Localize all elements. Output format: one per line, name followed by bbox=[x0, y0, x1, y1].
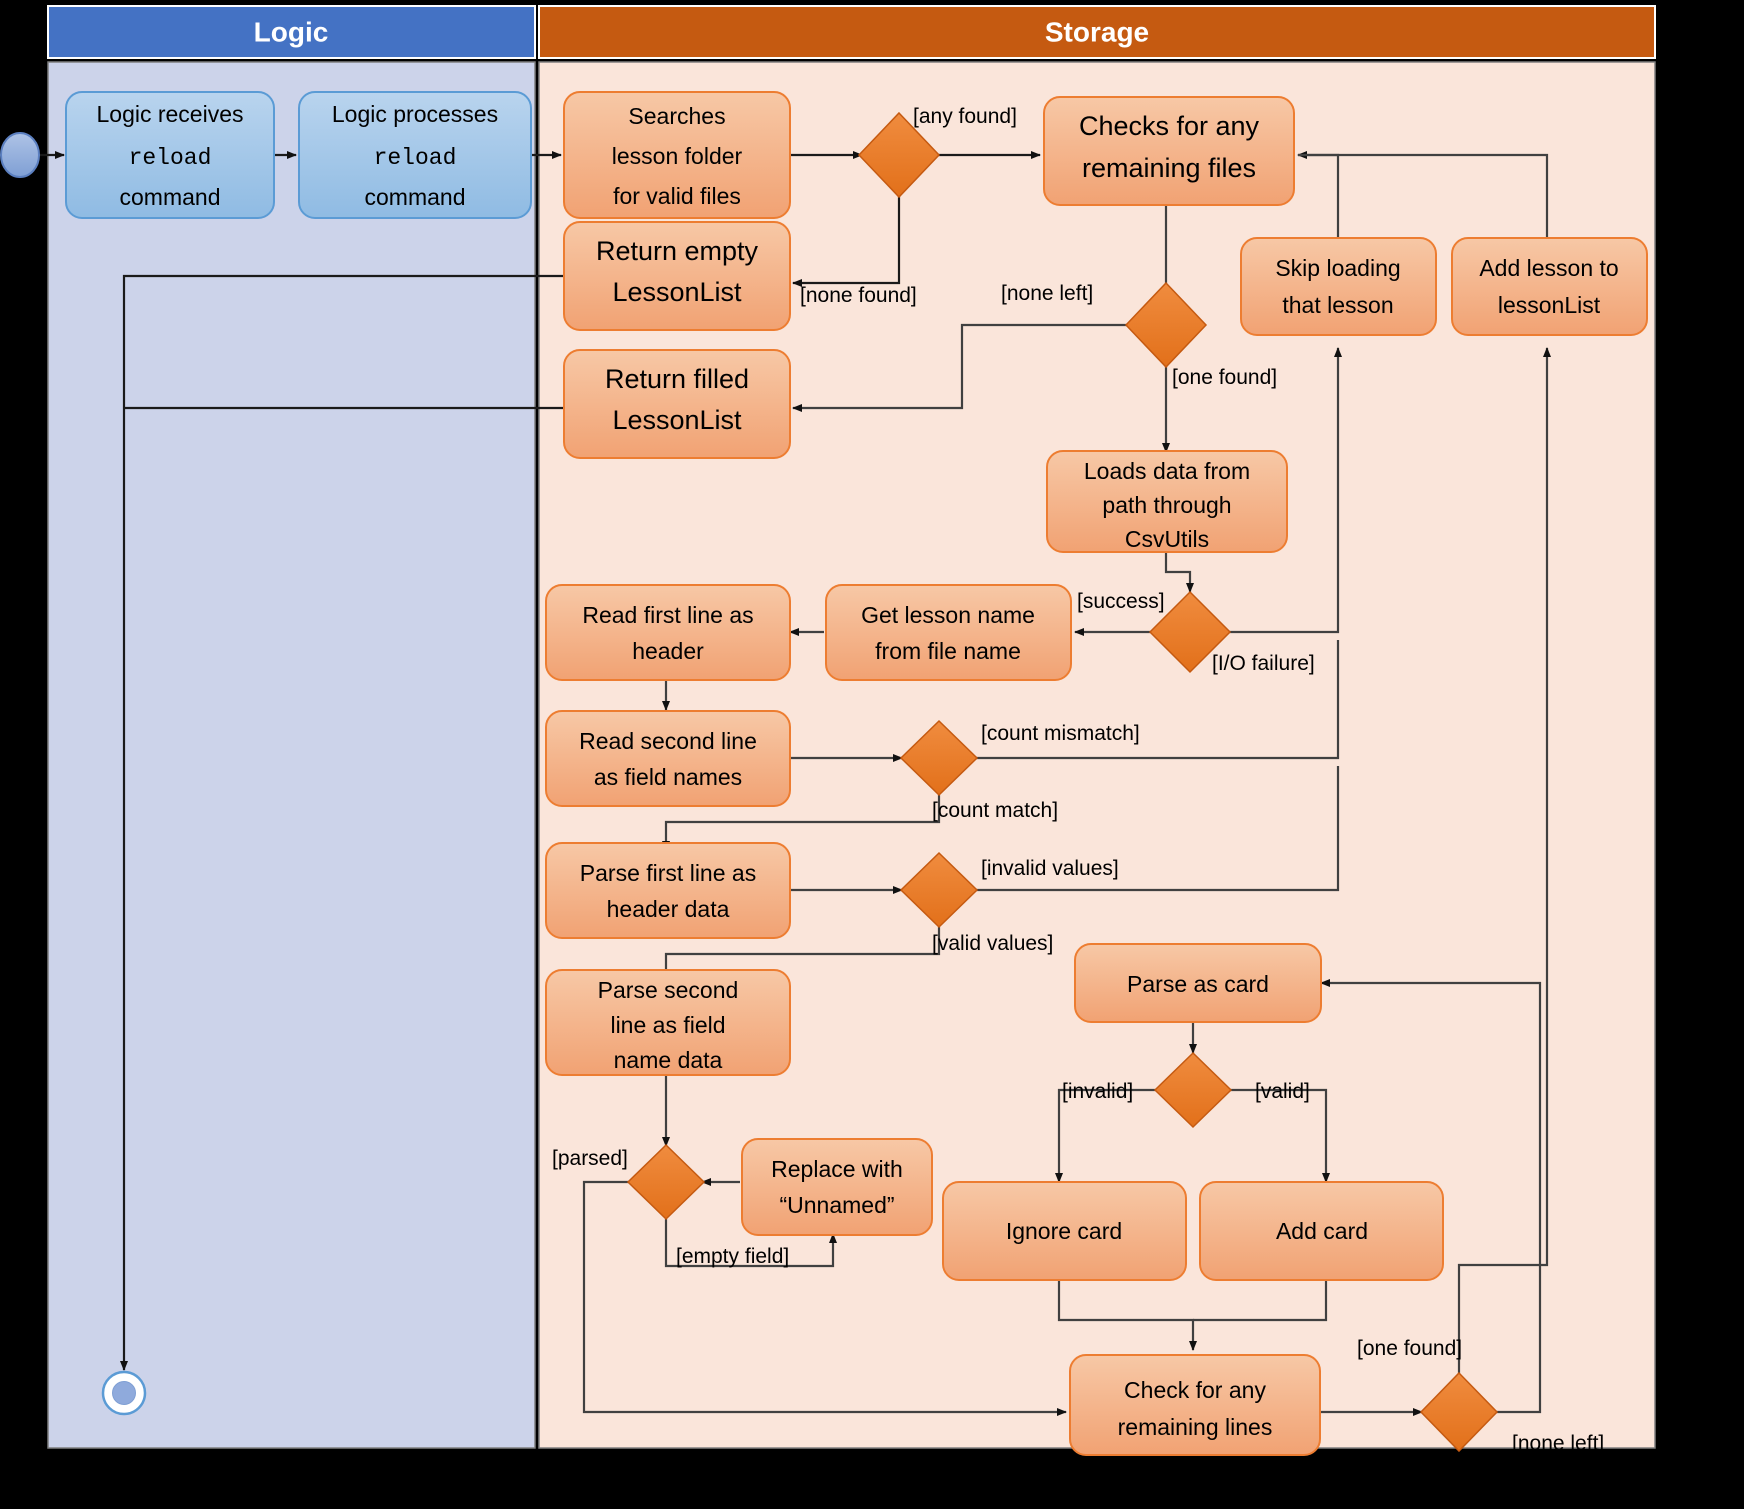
swimlane-logic-title: Logic bbox=[254, 16, 329, 47]
initial-node bbox=[0, 132, 40, 178]
action-skip-loading-box[interactable] bbox=[1240, 237, 1437, 336]
guard-io-failure: [I/O failure] bbox=[1212, 652, 1315, 675]
action-skip-loading-line2: that lesson bbox=[1282, 292, 1393, 318]
action-read-first-line-header[interactable]: Read first line as header bbox=[545, 584, 791, 681]
action-add-card[interactable]: Add card bbox=[1199, 1181, 1444, 1281]
action-checks-line2: remaining files bbox=[1082, 153, 1256, 183]
activity-diagram-canvas: Logic Storage Logic receives reload comm… bbox=[0, 0, 1744, 1509]
action-parse-first-line-box[interactable] bbox=[545, 842, 791, 939]
action-logic-processes-line2: reload bbox=[374, 145, 457, 171]
guard-none-left-files: [none left] bbox=[1001, 282, 1093, 305]
action-parse-second-line-line3: name data bbox=[614, 1047, 723, 1073]
action-add-card-label: Add card bbox=[1276, 1218, 1368, 1244]
action-read-second-line-box[interactable] bbox=[545, 710, 791, 807]
end-inner-dot bbox=[112, 1381, 136, 1405]
action-read-first-line-line2: header bbox=[632, 638, 704, 664]
action-loads-data-line2: path through bbox=[1102, 492, 1231, 518]
action-loads-data-line3: CsvUtils bbox=[1125, 526, 1209, 552]
action-logic-receives-reload[interactable]: Logic receives reload command bbox=[65, 91, 275, 219]
action-return-filled-lessonlist[interactable]: Return filled LessonList bbox=[563, 349, 791, 459]
action-return-filled-line1: Return filled bbox=[605, 364, 749, 394]
action-add-lesson-to-lessonlist[interactable]: Add lesson to lessonList bbox=[1451, 237, 1648, 336]
action-return-empty-lessonlist[interactable]: Return empty LessonList bbox=[563, 221, 791, 331]
action-loads-data-line1: Loads data from bbox=[1084, 458, 1250, 484]
swimlane-storage-title: Storage bbox=[1045, 16, 1149, 47]
action-read-first-line-box[interactable] bbox=[545, 584, 791, 681]
action-read-second-line-field-names[interactable]: Read second line as field names bbox=[545, 710, 791, 807]
action-logic-processes-line3: command bbox=[365, 184, 466, 210]
guard-count-mismatch: [count mismatch] bbox=[981, 722, 1140, 745]
guard-count-match: [count match] bbox=[932, 799, 1058, 822]
start-circle bbox=[0, 132, 40, 178]
action-read-second-line-line1: Read second line bbox=[579, 728, 757, 754]
action-check-remaining-lines-box[interactable] bbox=[1069, 1354, 1321, 1456]
action-searches-line1: Searches bbox=[628, 103, 725, 129]
action-get-lesson-name-line2: from file name bbox=[875, 638, 1021, 664]
guard-empty-field: [empty field] bbox=[676, 1245, 789, 1268]
action-read-first-line-line1: Read first line as bbox=[582, 602, 753, 628]
action-parse-first-line-line2: header data bbox=[607, 896, 730, 922]
action-ignore-card[interactable]: Ignore card bbox=[942, 1181, 1187, 1281]
swimlane-logic-body bbox=[47, 61, 536, 1449]
action-parse-second-line-field-name-data[interactable]: Parse second line as field name data bbox=[545, 969, 791, 1076]
action-searches-line2: lesson folder bbox=[612, 143, 743, 169]
action-parse-second-line-line2: line as field bbox=[610, 1012, 725, 1038]
guard-any-found: [any found] bbox=[913, 105, 1017, 128]
action-replace-unnamed-box[interactable] bbox=[741, 1138, 933, 1236]
action-replace-with-unnamed[interactable]: Replace with “Unnamed” bbox=[741, 1138, 933, 1236]
action-parse-first-line-line1: Parse first line as bbox=[580, 860, 756, 886]
action-get-lesson-name-box[interactable] bbox=[825, 584, 1072, 681]
guard-valid-values: [valid values] bbox=[932, 932, 1053, 955]
action-ignore-card-label: Ignore card bbox=[1006, 1218, 1122, 1244]
action-searches-line3: for valid files bbox=[613, 183, 741, 209]
action-loads-data-csvutils[interactable]: Loads data from path through CsvUtils bbox=[1046, 450, 1288, 553]
action-logic-processes-line1: Logic processes bbox=[332, 101, 498, 127]
guard-none-left-line: [none left] bbox=[1512, 1432, 1604, 1455]
final-node bbox=[101, 1370, 147, 1416]
action-return-filled-line2: LessonList bbox=[612, 405, 742, 435]
guard-one-found-line: [one found] bbox=[1357, 1337, 1462, 1360]
action-skip-loading-lesson[interactable]: Skip loading that lesson bbox=[1240, 237, 1437, 336]
action-check-remaining-lines-line2: remaining lines bbox=[1118, 1414, 1273, 1440]
guard-one-found-file: [one found] bbox=[1172, 366, 1277, 389]
action-skip-loading-line1: Skip loading bbox=[1275, 255, 1400, 281]
swimlane-logic: Logic bbox=[47, 5, 536, 1449]
action-parse-as-card-label: Parse as card bbox=[1127, 971, 1269, 997]
action-logic-processes-reload[interactable]: Logic processes reload command bbox=[298, 91, 532, 219]
action-checks-line1: Checks for any bbox=[1079, 111, 1260, 141]
action-parse-second-line-line1: Parse second bbox=[598, 977, 739, 1003]
action-return-empty-line1: Return empty bbox=[596, 236, 759, 266]
action-logic-receives-line2: reload bbox=[129, 145, 212, 171]
action-logic-receives-line3: command bbox=[120, 184, 221, 210]
action-replace-unnamed-line2: “Unnamed” bbox=[779, 1192, 894, 1218]
action-get-lesson-name-line1: Get lesson name bbox=[861, 602, 1035, 628]
action-searches-lesson-folder[interactable]: Searches lesson folder for valid files bbox=[563, 91, 791, 219]
action-add-lesson-line1: Add lesson to bbox=[1479, 255, 1618, 281]
action-parse-as-card[interactable]: Parse as card bbox=[1074, 943, 1322, 1023]
guard-invalid-card: [invalid] bbox=[1062, 1080, 1133, 1103]
guard-valid-card: [valid] bbox=[1255, 1080, 1310, 1103]
guard-parsed: [parsed] bbox=[552, 1147, 628, 1170]
action-parse-first-line-header-data[interactable]: Parse first line as header data bbox=[545, 842, 791, 939]
uml-activity-diagram: Logic Storage Logic receives reload comm… bbox=[0, 5, 1656, 1456]
action-replace-unnamed-line1: Replace with bbox=[771, 1156, 903, 1182]
action-get-lesson-name[interactable]: Get lesson name from file name bbox=[825, 584, 1072, 681]
action-logic-receives-line1: Logic receives bbox=[96, 101, 243, 127]
guard-success: [success] bbox=[1077, 590, 1165, 613]
action-check-remaining-lines[interactable]: Check for any remaining lines bbox=[1069, 1354, 1321, 1456]
action-add-lesson-box[interactable] bbox=[1451, 237, 1648, 336]
guard-none-found: [none found] bbox=[800, 284, 917, 307]
action-return-empty-line2: LessonList bbox=[612, 277, 742, 307]
guard-invalid-values: [invalid values] bbox=[981, 857, 1119, 880]
action-read-second-line-line2: as field names bbox=[594, 764, 742, 790]
action-add-lesson-line2: lessonList bbox=[1498, 292, 1601, 318]
action-check-remaining-lines-line1: Check for any bbox=[1124, 1377, 1266, 1403]
action-checks-remaining-files[interactable]: Checks for any remaining files bbox=[1043, 96, 1295, 206]
